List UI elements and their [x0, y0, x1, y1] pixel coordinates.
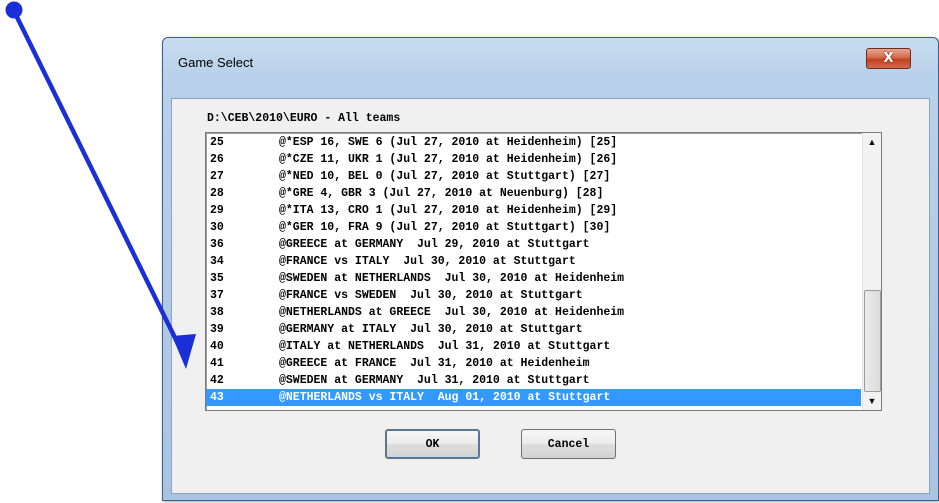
game-number: 43: [210, 391, 224, 404]
list-scrollbar[interactable]: ▲ ▼: [862, 133, 881, 410]
game-description: @*NED 10, BEL 0 (Jul 27, 2010 at Stuttga…: [279, 170, 611, 183]
list-item[interactable]: 29 @*ITA 13, CRO 1 (Jul 27, 2010 at Heide…: [206, 202, 861, 219]
list-item[interactable]: 27 @*NED 10, BEL 0 (Jul 27, 2010 at Stutt…: [206, 168, 861, 185]
game-number: 36: [210, 238, 224, 251]
path-label: D:\CEB\2010\EURO - All teams: [207, 112, 401, 125]
game-description: @*CZE 11, UKR 1 (Jul 27, 2010 at Heidenh…: [279, 153, 618, 166]
cancel-button[interactable]: Cancel: [521, 429, 616, 459]
game-number: 38: [210, 306, 224, 319]
game-number: 39: [210, 323, 224, 336]
dialog-content: D:\CEB\2010\EURO - All teams 25 @*ESP 16,…: [171, 98, 930, 494]
game-description: @*ESP 16, SWE 6 (Jul 27, 2010 at Heidenh…: [279, 136, 618, 149]
game-description: @FRANCE vs SWEDEN Jul 30, 2010 at Stuttg…: [279, 289, 583, 302]
game-description: @NETHERLANDS vs ITALY Aug 01, 2010 at St…: [279, 391, 611, 404]
dialog-title: Game Select: [178, 55, 254, 70]
game-number: 25: [210, 136, 224, 149]
game-number: 40: [210, 340, 224, 353]
game-description: @SWEDEN at NETHERLANDS Jul 30, 2010 at H…: [279, 272, 625, 285]
list-item[interactable]: 38 @NETHERLANDS at GREECE Jul 30, 2010 at…: [206, 304, 861, 321]
game-number: 34: [210, 255, 224, 268]
list-item[interactable]: 39 @GERMANY at ITALY Jul 30, 2010 at Stut…: [206, 321, 861, 338]
ok-button[interactable]: OK: [385, 429, 480, 459]
game-description: @GREECE at FRANCE Jul 31, 2010 at Heiden…: [279, 357, 590, 370]
list-item[interactable]: 25 @*ESP 16, SWE 6 (Jul 27, 2010 at Heide…: [206, 134, 861, 151]
list-item[interactable]: 34 @FRANCE vs ITALY Jul 30, 2010 at Stutt…: [206, 253, 861, 270]
game-select-dialog: Game Select X D:\CEB\2010\EURO - All tea…: [162, 37, 939, 501]
list-item[interactable]: 37 @FRANCE vs SWEDEN Jul 30, 2010 at Stut…: [206, 287, 861, 304]
game-description: @GREECE at GERMANY Jul 29, 2010 at Stutt…: [279, 238, 590, 251]
game-description: @SWEDEN at GERMANY Jul 31, 2010 at Stutt…: [279, 374, 590, 387]
list-item[interactable]: 35 @SWEDEN at NETHERLANDS Jul 30, 2010 at…: [206, 270, 861, 287]
list-item[interactable]: 40 @ITALY at NETHERLANDS Jul 31, 2010 at …: [206, 338, 861, 355]
list-item[interactable]: 26 @*CZE 11, UKR 1 (Jul 27, 2010 at Heide…: [206, 151, 861, 168]
scroll-up-icon[interactable]: ▲: [864, 134, 880, 150]
game-number: 29: [210, 204, 224, 217]
list-item[interactable]: 42 @SWEDEN at GERMANY Jul 31, 2010 at Stu…: [206, 372, 861, 389]
game-list[interactable]: 25 @*ESP 16, SWE 6 (Jul 27, 2010 at Heide…: [205, 132, 882, 411]
game-description: @ITALY at NETHERLANDS Jul 31, 2010 at St…: [279, 340, 611, 353]
game-list-rows: 25 @*ESP 16, SWE 6 (Jul 27, 2010 at Heide…: [206, 134, 861, 406]
game-description: @*ITA 13, CRO 1 (Jul 27, 2010 at Heidenh…: [279, 204, 618, 217]
game-number: 35: [210, 272, 224, 285]
game-description: @*GER 10, FRA 9 (Jul 27, 2010 at Stuttga…: [279, 221, 611, 234]
game-description: @*GRE 4, GBR 3 (Jul 27, 2010 at Neuenbur…: [279, 187, 604, 200]
game-number: 27: [210, 170, 224, 183]
scroll-thumb[interactable]: [864, 290, 881, 392]
list-item[interactable]: 36 @GREECE at GERMANY Jul 29, 2010 at Stu…: [206, 236, 861, 253]
game-number: 28: [210, 187, 224, 200]
list-item[interactable]: 41 @GREECE at FRANCE Jul 31, 2010 at Heid…: [206, 355, 861, 372]
game-description: @GERMANY at ITALY Jul 30, 2010 at Stuttg…: [279, 323, 583, 336]
game-description: @NETHERLANDS at GREECE Jul 30, 2010 at H…: [279, 306, 625, 319]
list-item[interactable]: 28 @*GRE 4, GBR 3 (Jul 27, 2010 at Neuenb…: [206, 185, 861, 202]
scroll-down-icon[interactable]: ▼: [864, 393, 880, 409]
game-number: 30: [210, 221, 224, 234]
close-button[interactable]: X: [866, 48, 911, 69]
close-icon: X: [883, 51, 894, 66]
list-item[interactable]: 43 @NETHERLANDS vs ITALY Aug 01, 2010 at …: [206, 389, 861, 406]
game-description: @FRANCE vs ITALY Jul 30, 2010 at Stuttga…: [279, 255, 576, 268]
game-number: 41: [210, 357, 224, 370]
game-number: 42: [210, 374, 224, 387]
game-number: 37: [210, 289, 224, 302]
list-item[interactable]: 30 @*GER 10, FRA 9 (Jul 27, 2010 at Stutt…: [206, 219, 861, 236]
game-number: 26: [210, 153, 224, 166]
